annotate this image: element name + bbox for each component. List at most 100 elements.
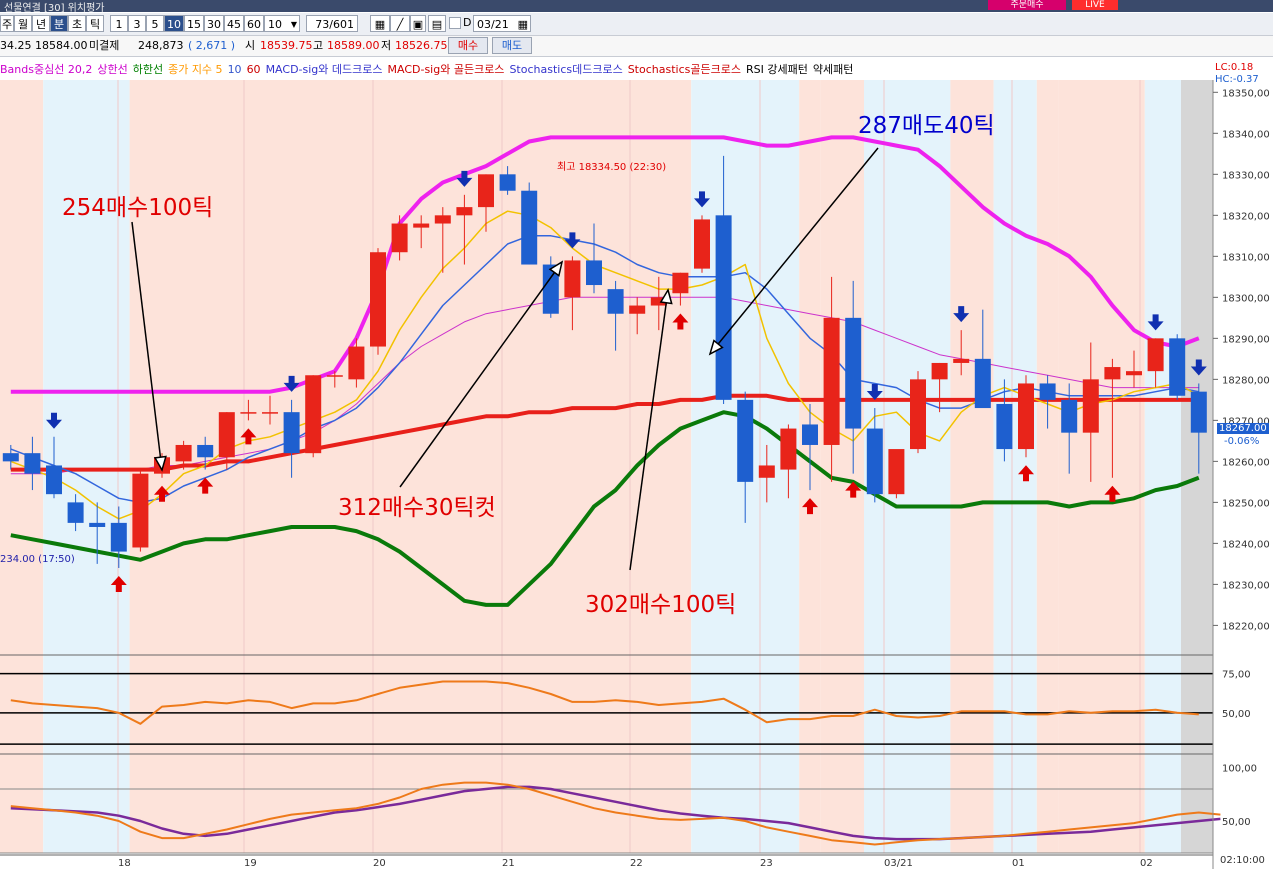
candle-body: [499, 174, 516, 191]
candle-body: [888, 449, 905, 495]
candle-body: [1082, 379, 1099, 433]
candle-body: [132, 473, 149, 548]
legend-item: Stochastics골든크로스: [627, 63, 741, 76]
chart-canvas[interactable]: 18350,00 18340,00 18330,00 18320,00 18310,00…: [0, 0, 1273, 869]
candle-body: [1169, 338, 1186, 396]
candle-body: [326, 375, 343, 377]
price-tick-label: 18290,00: [1222, 334, 1270, 345]
candle-body: [434, 215, 451, 224]
price-tick-label: 18240,00: [1222, 539, 1270, 550]
annotation-302-buy: 302매수100틱: [585, 592, 737, 618]
candle-body: [46, 465, 62, 495]
candle-body: [996, 403, 1013, 450]
background-band: [129, 80, 692, 853]
candle-body: [305, 375, 322, 454]
candle-body: [802, 424, 818, 445]
current-change-label: -0.06%: [1224, 436, 1260, 447]
candle-body: [240, 412, 257, 414]
candle-body: [1018, 383, 1034, 450]
background-band: [993, 80, 1037, 853]
legend-item: 상한선: [97, 63, 128, 76]
legend-item: MACD-sig와 골든크로스: [387, 63, 505, 76]
candle-body: [67, 502, 84, 523]
candle-body: [283, 412, 300, 454]
candle-body: [348, 346, 365, 380]
candle-body: [456, 207, 473, 216]
lc-label: LC:0.18: [1215, 62, 1254, 73]
candle-body: [845, 317, 862, 429]
right-margin-band: [1181, 80, 1213, 853]
candle-body: [89, 522, 106, 527]
legend-item: 종가 지수 5: [168, 63, 223, 76]
price-tick-label: 18260,00: [1222, 457, 1270, 468]
price-tick-label: 18350,00: [1222, 88, 1270, 99]
legend-item: 하한선: [132, 63, 164, 76]
x-tick-label: 01: [1012, 858, 1025, 869]
candle-body: [218, 412, 235, 458]
candle-body: [2, 453, 19, 462]
stoch-tick-label: 50,00: [1222, 817, 1251, 828]
candle-body: [586, 260, 602, 286]
time-end-label: 02:10:00: [1220, 855, 1265, 866]
candle-body: [629, 305, 646, 314]
candle-body: [931, 362, 948, 380]
annotation-312-buy-cut: 312매수30틱컷: [338, 495, 496, 521]
hc-label: HC:-0.37: [1215, 74, 1259, 85]
x-tick-label: 19: [244, 858, 257, 869]
candle-body: [823, 317, 840, 445]
annotation-254-buy: 254매수100틱: [62, 195, 214, 221]
candle-body: [1039, 383, 1056, 400]
candle-body: [780, 428, 797, 470]
legend-item: RSI 강세패턴: [745, 63, 808, 76]
current-price-label: 18267.00: [1217, 423, 1269, 434]
legend-item: Stochastics데드크로스: [509, 63, 623, 76]
candle-body: [866, 428, 883, 495]
candle-body: [262, 412, 278, 414]
legend-item: Bands중심선 20,2: [0, 63, 93, 76]
high-note: 최고 18334.50 (22:30): [557, 162, 667, 173]
candle-body: [607, 289, 624, 314]
candle-body: [1147, 338, 1164, 372]
x-tick-label: 23: [760, 858, 773, 869]
candle-body: [24, 453, 41, 474]
background-band: [1036, 80, 1059, 853]
candle-body: [564, 260, 581, 298]
background-band: [1058, 80, 1145, 853]
candle-body: [1190, 391, 1207, 433]
candle-body: [1104, 367, 1121, 380]
price-tick-label: 18320,00: [1222, 211, 1270, 222]
rsi-tick-label: 75,00: [1222, 670, 1251, 681]
candle-body: [953, 358, 970, 363]
candle-body: [737, 399, 754, 482]
candle-body: [521, 190, 538, 265]
x-tick-label: 18: [118, 858, 131, 869]
candle-body: [1126, 371, 1142, 376]
price-tick-label: 18330,00: [1222, 170, 1270, 181]
candle-body: [110, 522, 127, 552]
price-tick-label: 18340,00: [1222, 129, 1270, 140]
low-note: 234.00 (17:50): [0, 554, 75, 565]
candle-body: [370, 252, 386, 347]
price-tick-label: 18300,00: [1222, 293, 1270, 304]
candle-body: [758, 465, 775, 478]
candle-body: [413, 223, 430, 228]
price-tick-label: 18310,00: [1222, 252, 1270, 263]
x-tick-label: 21: [502, 858, 515, 869]
indicator-legend: Bands중심선 20,2 상한선 하한선 종가 지수 5 10 60 MACD-sig와 …: [0, 61, 858, 77]
candle-body: [910, 379, 926, 450]
price-tick-label: 18230,00: [1222, 580, 1270, 591]
rsi-tick-label: 50,00: [1222, 709, 1251, 720]
legend-item: 약세패턴: [812, 63, 854, 76]
candle-body: [197, 444, 214, 458]
price-tick-label: 18250,00: [1222, 498, 1270, 509]
candle-body: [694, 219, 710, 269]
x-tick-label: 03/21: [884, 858, 913, 869]
candle-body: [1061, 399, 1078, 433]
background-band: [820, 80, 864, 853]
candle-body: [175, 444, 192, 462]
x-tick-label: 22: [630, 858, 643, 869]
candle-body: [974, 358, 991, 409]
candle-body: [715, 215, 732, 400]
legend-item: 10: [227, 63, 242, 76]
candle-body: [672, 272, 689, 294]
